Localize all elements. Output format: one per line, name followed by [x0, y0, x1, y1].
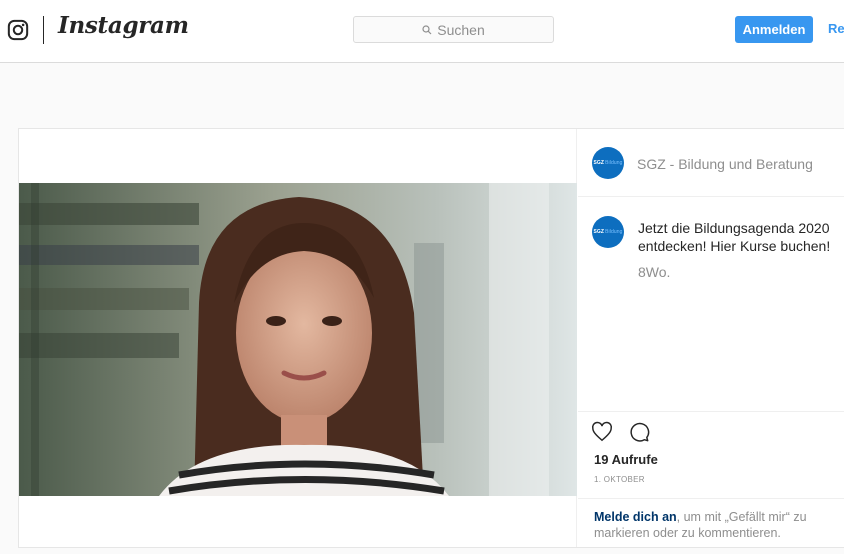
post-header: SGZ Bildung SGZ - Bildung und Beratung	[578, 129, 844, 197]
instagram-glyph-icon[interactable]	[7, 19, 29, 41]
instagram-wordmark[interactable]: Instagram	[58, 12, 189, 39]
account-avatar[interactable]: SGZ Bildung	[592, 147, 624, 179]
search-icon	[422, 24, 432, 34]
login-divider	[578, 498, 844, 499]
avatar-label: SGZ	[593, 160, 605, 166]
account-name[interactable]: SGZ - Bildung und Beratung	[637, 156, 813, 172]
login-button[interactable]: Anmelden	[735, 16, 813, 43]
logo-divider	[43, 16, 44, 44]
view-count: 19 Aufrufe	[594, 452, 658, 467]
post-media	[19, 129, 577, 547]
search-input[interactable]: Suchen	[353, 16, 554, 43]
login-link[interactable]: Melde dich an	[594, 510, 677, 524]
post-caption: Jetzt die Bildungsagenda 2020 entdecken!…	[638, 220, 831, 254]
post-card: SGZ Bildung SGZ - Bildung und Beratung SG…	[18, 128, 844, 548]
login-prompt: Melde dich an, um mit „Gefällt mir“ zu m…	[594, 509, 844, 541]
caption-age: 8Wo.	[638, 264, 671, 280]
avatar-label: SGZ	[593, 229, 605, 235]
actions-divider	[578, 411, 844, 412]
post-video[interactable]	[19, 183, 577, 496]
caption-avatar[interactable]: SGZ Bildung	[592, 216, 624, 248]
register-link[interactable]: Re	[828, 21, 844, 36]
comment-icon[interactable]	[628, 421, 650, 443]
video-frame-portrait	[19, 183, 577, 496]
top-navigation-bar: Instagram Suchen Anmelden Re	[0, 0, 844, 63]
post-sidebar: SGZ Bildung SGZ - Bildung und Beratung SG…	[578, 129, 844, 547]
heart-icon[interactable]	[591, 421, 613, 443]
avatar-sublabel: Bildung	[605, 160, 623, 166]
avatar-sublabel: Bildung	[605, 229, 623, 235]
post-date[interactable]: 1. OKTOBER	[594, 475, 645, 484]
search-placeholder: Suchen	[437, 21, 485, 38]
